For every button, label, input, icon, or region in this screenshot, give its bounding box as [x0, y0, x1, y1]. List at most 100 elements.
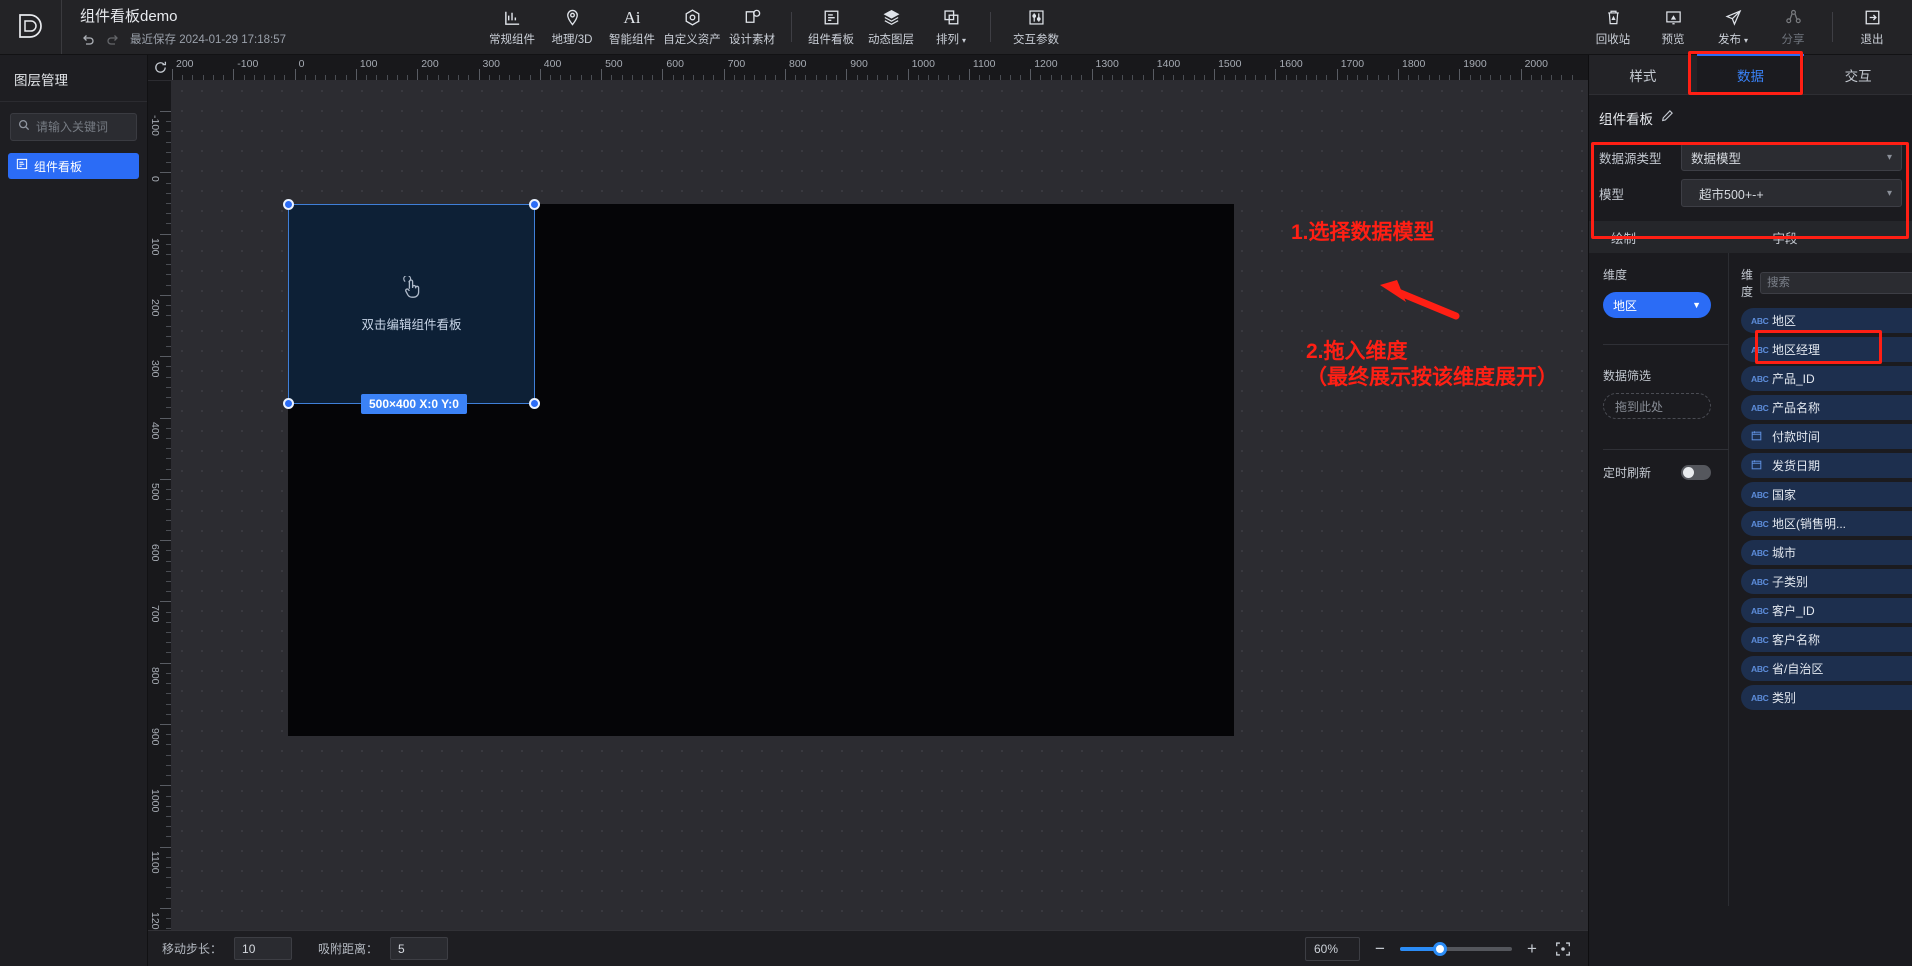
abc-text-type-icon: ABC [1751, 374, 1765, 384]
snap-distance-input[interactable] [390, 937, 448, 960]
tool-publish[interactable]: 发布▾ [1703, 0, 1763, 54]
field-list-item[interactable]: ABC产品_ID▼ [1741, 366, 1912, 391]
toolbar-param-group: 交互参数 [1000, 0, 1072, 54]
resize-handle-tr[interactable] [529, 199, 540, 210]
toolbar-mid-group: 组件看板 动态图层 排列▾ [801, 0, 981, 54]
filter-section-label: 数据筛选 [1603, 367, 1728, 384]
tool-custom-assets[interactable]: 自定义资产 [662, 0, 722, 54]
resize-handle-tl[interactable] [283, 199, 294, 210]
field-name: 地区(销售明... [1772, 515, 1912, 532]
field-list-item[interactable]: ABC类别▼ [1741, 685, 1912, 710]
field-name: 国家 [1772, 486, 1912, 503]
tab-data[interactable]: 数据 [1697, 55, 1805, 94]
size-position-badge: 500×400 X:0 Y:0 [361, 394, 467, 414]
field-list-item[interactable]: ABC客户名称▼ [1741, 627, 1912, 652]
tool-interaction-params[interactable]: 交互参数 [1000, 0, 1072, 54]
auto-refresh-toggle[interactable] [1681, 465, 1711, 480]
zoom-slider[interactable] [1400, 947, 1512, 951]
field-list-item[interactable]: ABC省/自治区▼ [1741, 656, 1912, 681]
zoom-in-icon[interactable]: + [1524, 939, 1540, 959]
model-select[interactable]: 超市500+-+ ▾ [1681, 179, 1902, 207]
move-step-label: 移动步长： [162, 940, 222, 957]
chevron-down-icon: ▾ [962, 36, 966, 45]
filter-dropzone[interactable]: 拖到此处 [1603, 393, 1711, 419]
tool-label: 自定义资产 [663, 31, 721, 47]
field-list-item[interactable]: ABC产品名称▼ [1741, 395, 1912, 420]
tool-recycle-bin[interactable]: 回收站 [1583, 0, 1643, 54]
toolbar-spacer [1072, 0, 1583, 54]
zoom-value-box[interactable]: 60% [1305, 937, 1360, 961]
board-icon [822, 8, 841, 28]
sub-tab-fields[interactable]: 字段 [1751, 221, 1912, 253]
field-list-item[interactable]: ABC客户_ID▼ [1741, 598, 1912, 623]
hand-pointer-icon [401, 276, 423, 305]
tool-design-materials[interactable]: 设计素材 [722, 0, 782, 54]
tool-label: 排列 [936, 34, 959, 46]
field-list-item[interactable]: ABC城市▼ [1741, 540, 1912, 565]
toolbar-divider-2 [990, 12, 991, 42]
tool-component-board[interactable]: 组件看板 [801, 0, 861, 54]
field-list-item[interactable]: ABC地区经理▼ [1741, 337, 1912, 362]
vertical-ruler[interactable]: -100010020030040050060070080090010001100… [148, 81, 172, 966]
tab-style[interactable]: 样式 [1589, 55, 1697, 94]
field-list-item[interactable]: 付款时间▼ [1741, 424, 1912, 449]
zoom-out-icon[interactable]: − [1372, 939, 1388, 959]
component-board-widget[interactable]: 双击编辑组件看板 [288, 204, 535, 404]
sub-tab-draw[interactable]: 绘制 [1589, 221, 1751, 253]
fields-search-input[interactable] [1760, 272, 1912, 294]
datasource-type-select[interactable]: 数据模型 ▾ [1681, 143, 1902, 171]
field-list-item[interactable]: ABC国家▼ [1741, 482, 1912, 507]
horizontal-ruler[interactable]: 200-100010020030040050060070080090010001… [148, 55, 1588, 81]
redo-icon[interactable] [105, 31, 121, 47]
sliders-icon [1027, 8, 1046, 28]
tool-dynamic-layers[interactable]: 动态图层 [861, 0, 921, 54]
brand-logo-icon[interactable] [0, 0, 62, 54]
divider [1603, 344, 1729, 345]
tool-label: 发布 [1718, 34, 1741, 46]
field-list-item[interactable]: ABC地区(销售明...▼ [1741, 511, 1912, 536]
resize-handle-bl[interactable] [283, 398, 294, 409]
field-list-item[interactable]: 发货日期▼ [1741, 453, 1912, 478]
pencil-icon[interactable] [1661, 109, 1674, 127]
chevron-down-icon: ▾ [1887, 188, 1892, 199]
tool-exit[interactable]: 退出 [1842, 0, 1902, 54]
tool-arrange[interactable]: 排列▾ [921, 0, 981, 54]
toggle-knob [1683, 467, 1694, 478]
field-name: 产品名称 [1772, 399, 1912, 416]
align-icon [942, 8, 961, 28]
field-list-item[interactable]: ABC地区▼ [1741, 308, 1912, 333]
dimension-chip-region[interactable]: 地区 ▼ [1603, 292, 1711, 318]
zoom-slider-knob[interactable] [1433, 942, 1447, 956]
component-hint-text: 双击编辑组件看板 [361, 314, 461, 333]
fit-to-screen-icon[interactable] [1552, 938, 1574, 960]
abc-text-type-icon: ABC [1751, 316, 1765, 326]
tab-interaction[interactable]: 交互 [1804, 55, 1912, 94]
tool-geo-3d[interactable]: 地理/3D [542, 0, 602, 54]
calendar-icon [1751, 430, 1765, 443]
tool-normal-components[interactable]: 常规组件 [482, 0, 542, 54]
model-value: 超市500+-+ [1691, 184, 1764, 203]
field-name: 发货日期 [1772, 457, 1912, 474]
dimension-chip-label: 地区 [1613, 297, 1637, 314]
tool-share[interactable]: 分享 [1763, 0, 1823, 54]
layer-item-label: 组件看板 [34, 158, 82, 175]
abc-text-type-icon: ABC [1751, 577, 1765, 587]
search-input[interactable] [36, 120, 129, 134]
resize-handle-br[interactable] [529, 398, 540, 409]
top-bar: 组件看板demo 最近保存 2024-01-29 17:18:57 常规组 [0, 0, 1912, 55]
field-list-item[interactable]: ABC子类别▼ [1741, 569, 1912, 594]
design-board[interactable]: 双击编辑组件看板 500×400 X:0 Y:0 1.选择数据模型 2.拖入维度… [172, 81, 1588, 966]
tool-ai-components[interactable]: Ai 智能组件 [602, 0, 662, 54]
undo-icon[interactable] [80, 31, 96, 47]
tool-preview[interactable]: 预览 [1643, 0, 1703, 54]
snap-distance-label: 吸附距离： [318, 940, 378, 957]
layer-search-box[interactable] [10, 113, 137, 141]
sidebar-item-component-board[interactable]: 组件看板 [8, 153, 139, 179]
abc-text-type-icon: ABC [1751, 606, 1765, 616]
reset-icon[interactable] [153, 60, 168, 75]
abc-text-type-icon: ABC [1751, 403, 1765, 413]
field-name: 类别 [1772, 689, 1912, 706]
move-step-input[interactable] [234, 937, 292, 960]
abc-text-type-icon: ABC [1751, 635, 1765, 645]
toolbar-divider-3 [1832, 12, 1833, 42]
